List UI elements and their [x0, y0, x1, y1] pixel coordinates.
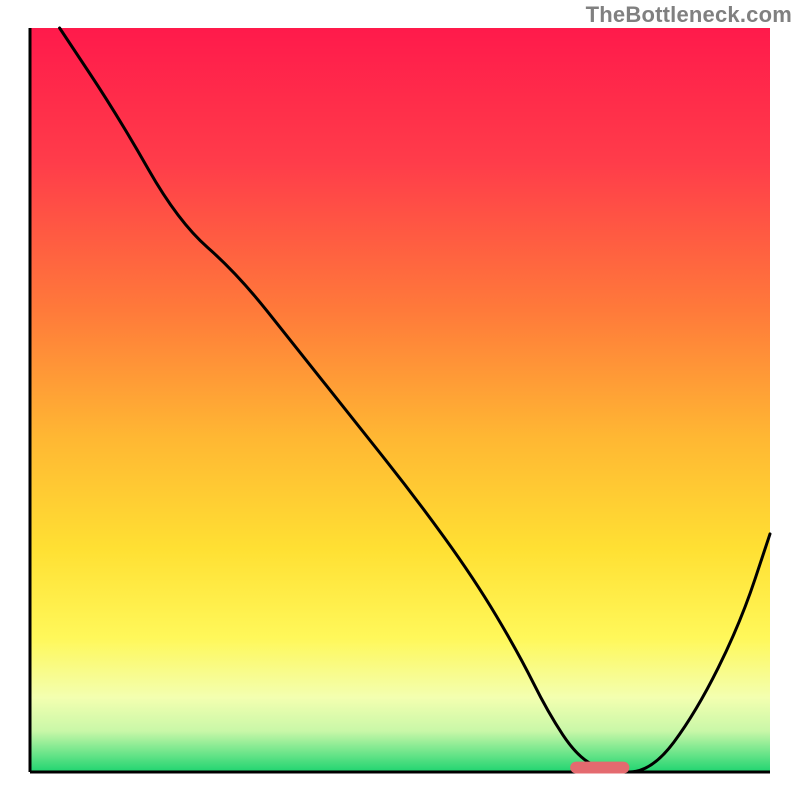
- gradient-background: [30, 28, 770, 772]
- optimal-marker: [570, 762, 629, 774]
- chart-frame: TheBottleneck.com: [0, 0, 800, 800]
- bottleneck-chart: [0, 0, 800, 800]
